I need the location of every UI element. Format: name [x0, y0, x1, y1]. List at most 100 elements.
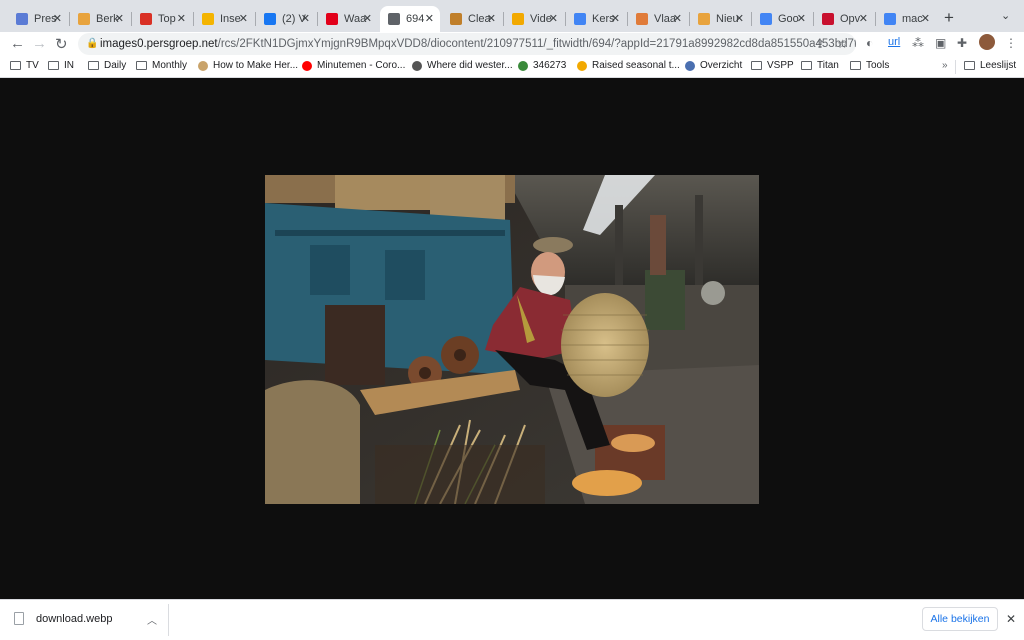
- tab-14[interactable]: mac ✕: [876, 6, 936, 32]
- in-logo-icon: [78, 13, 90, 25]
- folder-icon: [850, 61, 861, 70]
- tab-close-icon[interactable]: ✕: [53, 12, 62, 25]
- nbv-logo-icon: [577, 60, 587, 71]
- flask-icon: [450, 13, 462, 25]
- bookmark-item[interactable]: 346273: [518, 60, 566, 71]
- browser-toolbar: ← → ↻ 🔒 images0.persgroep.net/rcs/2FKtN1…: [0, 32, 1024, 56]
- folder-icon: [10, 61, 21, 70]
- tab-close-icon[interactable]: ✕: [239, 12, 248, 25]
- bookmark-item[interactable]: Overzicht: [685, 60, 742, 71]
- tab-close-icon[interactable]: ✕: [859, 12, 868, 25]
- url-path: /rcs/2FKtN1DGjmxYmjgnR9BMpqxVDD8/diocont…: [217, 38, 856, 50]
- share-icon[interactable]: ⇪: [815, 33, 825, 55]
- new-tab-button[interactable]: +: [944, 8, 954, 28]
- tab-close-icon[interactable]: ✕: [673, 12, 682, 25]
- tab-close-icon[interactable]: ✕: [611, 12, 620, 25]
- bookmark-item[interactable]: Daily: [88, 60, 126, 71]
- tab-search-chevron-icon[interactable]: ⌄: [1001, 9, 1010, 22]
- bookmark-item[interactable]: VSPP: [751, 60, 794, 71]
- menu-kebab-icon[interactable]: ⋮: [1005, 36, 1017, 50]
- tab-8[interactable]: Vide ✕: [504, 6, 564, 32]
- back-arrow-icon[interactable]: ←: [10, 35, 25, 52]
- facebook-icon: [264, 13, 276, 25]
- bookmark-label: Tools: [866, 60, 890, 71]
- tab-close-icon[interactable]: ✕: [425, 12, 434, 25]
- bookmark-item[interactable]: Raised seasonal t...: [577, 60, 680, 71]
- bookmark-item[interactable]: TV: [10, 60, 39, 71]
- tab-6[interactable]: 694 ✕: [380, 6, 440, 32]
- tab-7[interactable]: Clea ✕: [442, 6, 502, 32]
- download-shelf: download.webp ︿ Alle bekijken ✕: [0, 599, 1024, 640]
- tab-3[interactable]: Inse ✕: [194, 6, 254, 32]
- tab-11[interactable]: Nieu ✕: [690, 6, 750, 32]
- tab-close-icon[interactable]: ✕: [549, 12, 558, 25]
- url-extension-icon[interactable]: url: [888, 36, 900, 48]
- tab-2[interactable]: Top ✕: [132, 6, 192, 32]
- tab-close-icon[interactable]: ✕: [115, 12, 124, 25]
- tab-close-icon[interactable]: ✕: [735, 12, 744, 25]
- tab-close-icon[interactable]: ✕: [487, 12, 496, 25]
- tab-9[interactable]: Kers ✕: [566, 6, 626, 32]
- folder-icon: [88, 61, 99, 70]
- bookmark-label: Overzicht: [700, 60, 743, 71]
- bookmark-label: TV: [26, 60, 39, 71]
- download-filename: download.webp: [36, 612, 113, 625]
- in-logo-icon: [698, 13, 710, 25]
- bookmarks-overflow-button[interactable]: »: [942, 60, 948, 71]
- bird-icon: [412, 60, 422, 71]
- reading-list-button[interactable]: Leeslijst: [964, 60, 1016, 71]
- tab-4[interactable]: (2) V ✕: [256, 6, 316, 32]
- profile-avatar[interactable]: [979, 34, 995, 50]
- folder-icon: [136, 61, 147, 70]
- bookmark-item[interactable]: Titan: [801, 60, 839, 71]
- tab-close-icon[interactable]: ✕: [921, 12, 930, 25]
- translate-extension-icon[interactable]: ⁂: [912, 36, 924, 50]
- pocket-extension-icon[interactable]: ◐: [866, 36, 873, 50]
- close-icon[interactable]: ✕: [1006, 612, 1016, 626]
- gmail-icon: [140, 13, 152, 25]
- gva-logo-icon: [822, 13, 834, 25]
- folder-icon: [751, 61, 762, 70]
- bookmark-item[interactable]: Where did wester...: [412, 60, 513, 71]
- bookmark-item[interactable]: How to Make Her...: [198, 60, 298, 71]
- forward-arrow-icon[interactable]: →: [32, 35, 47, 52]
- tab-strip: Pres ✕ Berk ✕ Top ✕ Inse ✕ (2) V ✕ Waa ✕ 694 ✕ Clea ✕ Vi…: [0, 0, 1024, 34]
- shelf-divider: [168, 604, 169, 636]
- bookmark-item[interactable]: Monthly: [136, 60, 187, 71]
- tab-close-icon[interactable]: ✕: [301, 12, 310, 25]
- page-viewport: [0, 79, 1024, 599]
- docs-icon: [574, 13, 586, 25]
- tab-13[interactable]: Opv ✕: [814, 6, 874, 32]
- bookmark-item[interactable]: IN: [48, 60, 74, 71]
- tab-close-icon[interactable]: ✕: [797, 12, 806, 25]
- bookmark-label: Raised seasonal t...: [592, 60, 680, 71]
- displayed-photo[interactable]: [265, 175, 759, 504]
- address-bar[interactable]: 🔒 images0.persgroep.net/rcs/2FKtN1DGjmxY…: [78, 33, 856, 55]
- globe-icon: [16, 13, 28, 25]
- bookmark-item[interactable]: Tools: [850, 60, 889, 71]
- smiley-icon: [512, 13, 524, 25]
- bookmark-label: 346273: [533, 60, 567, 71]
- bookmark-item[interactable]: Minutemen - Coro...: [302, 60, 405, 71]
- doc-icon: [202, 13, 214, 25]
- tab-close-icon[interactable]: ✕: [363, 12, 372, 25]
- url-host: images0.persgroep.net: [100, 38, 218, 50]
- tab-5[interactable]: Waa ✕: [318, 6, 378, 32]
- download-item[interactable]: download.webp: [14, 612, 112, 625]
- extensions-puzzle-icon[interactable]: ✚: [957, 36, 967, 50]
- chevron-up-icon[interactable]: ︿: [147, 612, 157, 627]
- leaf-icon: [198, 60, 208, 71]
- bookmarks-bar: TV IN Daily Monthly How to Make Her... Minute…: [0, 56, 1024, 78]
- google-icon: [884, 13, 896, 25]
- bookmark-label: VSPP: [767, 60, 794, 71]
- reload-icon[interactable]: ↻: [55, 35, 68, 53]
- show-all-downloads-button[interactable]: Alle bekijken: [922, 607, 998, 631]
- tab-0[interactable]: Pres ✕: [8, 6, 68, 32]
- reader-extension-icon[interactable]: ▣: [935, 36, 946, 50]
- bookmark-star-icon[interactable]: ☆: [837, 33, 848, 55]
- tab-12[interactable]: Goo ✕: [752, 6, 812, 32]
- tab-close-icon[interactable]: ✕: [177, 12, 186, 25]
- tab-10[interactable]: Vlaa ✕: [628, 6, 688, 32]
- swirl-icon: [685, 60, 695, 71]
- tab-1[interactable]: Berk ✕: [70, 6, 130, 32]
